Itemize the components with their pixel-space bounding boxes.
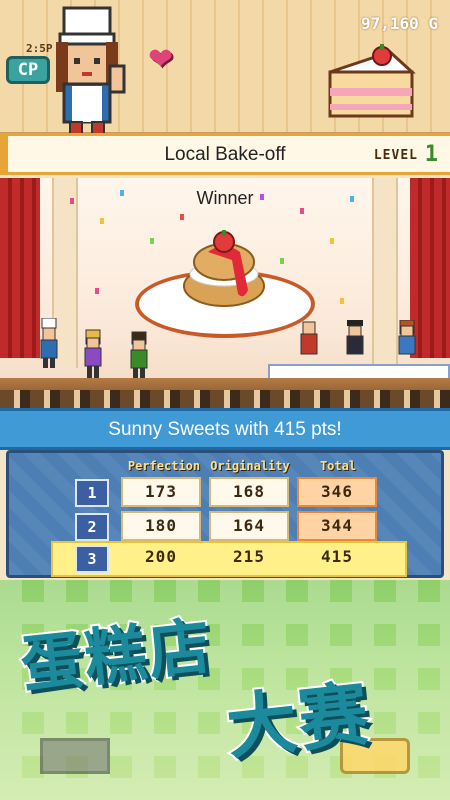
cake-icon	[328, 44, 416, 118]
rank-1: 1	[75, 479, 109, 507]
confetti	[330, 238, 334, 244]
judge	[300, 321, 318, 355]
audience-crowd	[0, 390, 450, 408]
confetti	[70, 198, 74, 204]
total-cell: 415	[321, 547, 353, 566]
header-perfection: Perfection	[127, 459, 201, 473]
judge	[346, 320, 364, 355]
chef-avatar	[56, 6, 126, 141]
score-cell: 180	[121, 511, 201, 541]
shelf-left	[40, 738, 110, 774]
judge	[398, 320, 416, 355]
promo-title-line2: 大赛	[221, 671, 377, 772]
level-label: LEVEL	[373, 148, 418, 163]
cream-puff-dessert	[183, 230, 265, 307]
confetti	[350, 196, 354, 202]
confetti	[100, 218, 104, 224]
confetti	[180, 214, 184, 220]
total-cell: 344	[297, 511, 377, 541]
score-cell: 164	[209, 511, 289, 541]
result-text: Sunny Sweets with 415 pts!	[108, 419, 342, 440]
contest-title-bar: Local Bake-off LEVEL 1	[0, 133, 450, 175]
confetti	[280, 258, 284, 264]
score-cell: 215	[233, 547, 265, 566]
confetti	[300, 208, 304, 214]
confetti	[260, 194, 264, 200]
score-cell: 200	[145, 547, 177, 566]
heart-icon: ❤	[148, 42, 174, 77]
confetti	[150, 238, 154, 244]
confetti	[95, 288, 99, 294]
contestant	[130, 331, 148, 380]
total-cell: 346	[297, 477, 377, 507]
score-board: Perfection Originality Total 1 173 168 3…	[6, 450, 444, 578]
confetti	[340, 298, 344, 304]
result-banner: Sunny Sweets with 415 pts!	[0, 408, 450, 450]
header-total: Total	[319, 459, 357, 473]
winning-row: 3 200 215 415	[51, 541, 407, 577]
award-stage: Winner	[0, 178, 450, 408]
contestant-player	[40, 318, 58, 368]
winner-label: Winner	[196, 188, 254, 208]
contestant	[84, 329, 102, 378]
score-cell: 168	[209, 477, 289, 507]
rank-2: 2	[75, 513, 109, 541]
score-cell: 173	[121, 477, 201, 507]
money-display: 97,160 G	[360, 14, 438, 33]
header-originality: Originality	[210, 459, 290, 473]
rank-3: 3	[75, 545, 109, 573]
level-value: 1	[424, 142, 438, 167]
confetti	[120, 190, 124, 196]
